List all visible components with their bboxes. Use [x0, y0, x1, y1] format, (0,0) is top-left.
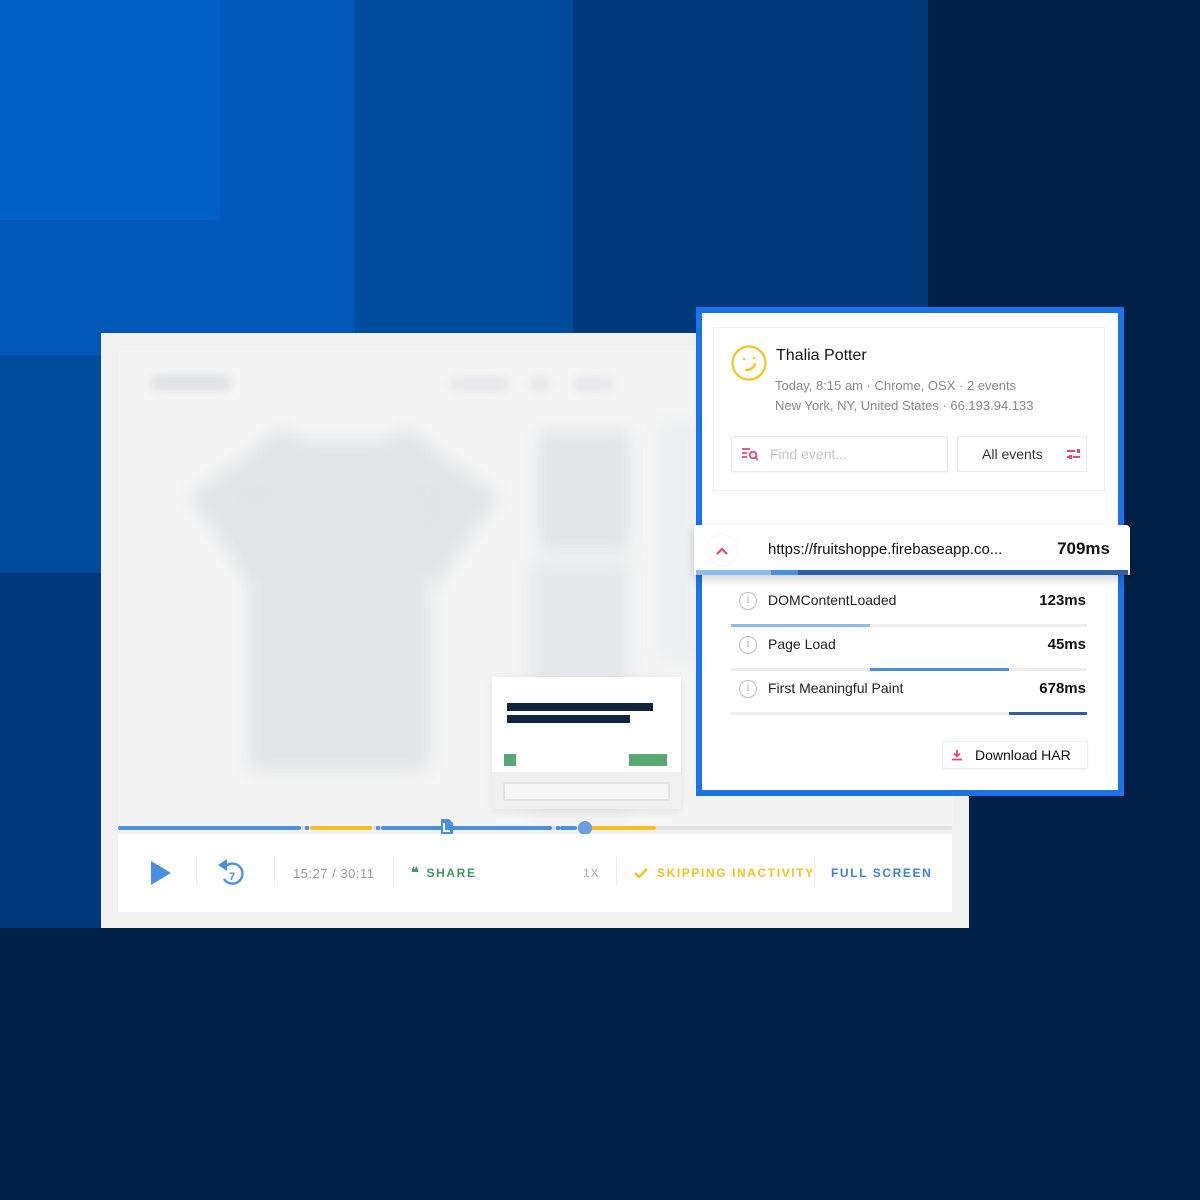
timeline-tick — [305, 826, 310, 830]
fullscreen-label: FULL SCREEN — [831, 866, 933, 880]
preview-text-line — [507, 715, 630, 723]
checkmark-icon — [634, 868, 648, 878]
location-meta: New York, NY, United States · 66.193.94.… — [775, 398, 1034, 413]
speed-button[interactable]: 1X — [583, 834, 600, 912]
metric-track — [731, 712, 1087, 715]
download-har-button[interactable]: Download HAR — [942, 741, 1088, 769]
metric-label: First Meaningful Paint — [768, 680, 904, 696]
blurred-thumbnail — [539, 431, 629, 551]
divider — [814, 856, 815, 886]
timing-metric-row: i Page Load 45ms — [731, 628, 1087, 672]
timing-metric-row: i First Meaningful Paint 678ms — [731, 672, 1087, 716]
info-icon[interactable]: i — [739, 592, 757, 610]
timeline-segment-active[interactable] — [380, 826, 552, 830]
event-preview-body — [492, 677, 681, 772]
blurred-nav-item — [529, 377, 551, 391]
divider — [616, 856, 617, 886]
chevron-up-icon — [716, 546, 728, 555]
blurred-store-logo — [151, 375, 231, 391]
quote-icon: ❝ — [411, 865, 419, 881]
divider — [274, 856, 275, 886]
timeline-segment-inactive[interactable] — [309, 826, 372, 830]
download-icon — [952, 750, 962, 761]
event-filter-dropdown[interactable]: All events — [957, 436, 1087, 472]
skip-inactivity-toggle[interactable]: SKIPPING INACTIVITY — [634, 834, 815, 912]
metric-track — [731, 668, 1087, 671]
rewind-7-icon: 7 — [218, 859, 244, 885]
metric-label: DOMContentLoaded — [768, 592, 897, 608]
skip-inactivity-label: SKIPPING INACTIVITY — [657, 866, 815, 880]
scrubber-handle[interactable] — [578, 821, 593, 835]
metric-value: 678ms — [1039, 680, 1086, 697]
metric-track — [731, 624, 1087, 627]
time-readout: 15:27 / 30:11 — [293, 865, 375, 881]
player-controls: 7 15:27 / 30:11 ❝ SHARE 1X SKIPPING INAC… — [118, 834, 952, 912]
share-label: SHARE — [426, 866, 477, 880]
background-block — [220, 0, 355, 355]
metric-label: Page Load — [768, 636, 836, 652]
share-button[interactable]: ❝ SHARE — [411, 834, 477, 912]
filter-selected: All events — [982, 446, 1043, 462]
metric-bar — [1008, 712, 1087, 715]
info-icon[interactable]: i — [739, 680, 757, 698]
request-duration: 709ms — [1057, 539, 1110, 558]
preview-green-block — [504, 754, 516, 766]
svg-text:7: 7 — [229, 871, 235, 883]
user-name: Thalia Potter — [776, 347, 867, 364]
timeline-segment-active[interactable] — [560, 826, 577, 830]
play-icon — [151, 861, 171, 885]
request-url: https://fruitshoppe.firebaseapp.co... — [768, 541, 1003, 558]
filter-sliders-icon — [1066, 449, 1080, 459]
blurred-sidebar — [659, 421, 699, 661]
waterfall-bar — [798, 570, 1128, 575]
speed-label: 1X — [583, 866, 600, 880]
event-preview-card[interactable] — [492, 677, 681, 809]
collapse-button[interactable] — [707, 535, 737, 565]
find-event-field[interactable] — [731, 436, 948, 472]
session-meta: Today, 8:15 am · Chrome, OSX · 2 events — [775, 378, 1017, 393]
preview-green-block — [629, 754, 667, 766]
play-button[interactable] — [150, 834, 172, 912]
download-har-label: Download HAR — [975, 747, 1071, 763]
preview-text-line — [507, 703, 653, 711]
divider — [196, 856, 197, 886]
preview-input-placeholder — [503, 782, 670, 801]
metric-value: 45ms — [1047, 636, 1086, 653]
blurred-product-image — [249, 501, 429, 771]
info-icon[interactable]: i — [739, 636, 757, 654]
metric-bar — [731, 624, 870, 627]
network-request-row[interactable]: https://fruitshoppe.firebaseapp.co... 70… — [694, 525, 1130, 575]
user-card: Thalia Potter Today, 8:15 am · Chrome, O… — [713, 327, 1105, 491]
background-block — [0, 0, 220, 220]
find-event-input[interactable] — [768, 445, 942, 463]
timeline-tick — [375, 826, 380, 830]
fullscreen-button[interactable]: FULL SCREEN — [831, 834, 932, 912]
metric-bar — [869, 668, 1009, 671]
waterfall-bar — [696, 570, 771, 575]
timing-metric-row: i DOMContentLoaded 123ms — [731, 584, 1087, 628]
playback-timeline[interactable] — [118, 819, 952, 835]
divider — [393, 856, 394, 886]
blurred-nav-item — [449, 377, 509, 391]
timeline-segment-inactive[interactable] — [585, 826, 656, 830]
smiley-icon — [731, 345, 767, 381]
waterfall-bar — [770, 570, 799, 575]
skip-back-button[interactable]: 7 — [216, 834, 248, 912]
blurred-nav-item — [574, 377, 614, 391]
search-list-icon — [742, 448, 759, 461]
timeline-segment-active[interactable] — [118, 826, 302, 830]
metric-value: 123ms — [1039, 592, 1086, 609]
